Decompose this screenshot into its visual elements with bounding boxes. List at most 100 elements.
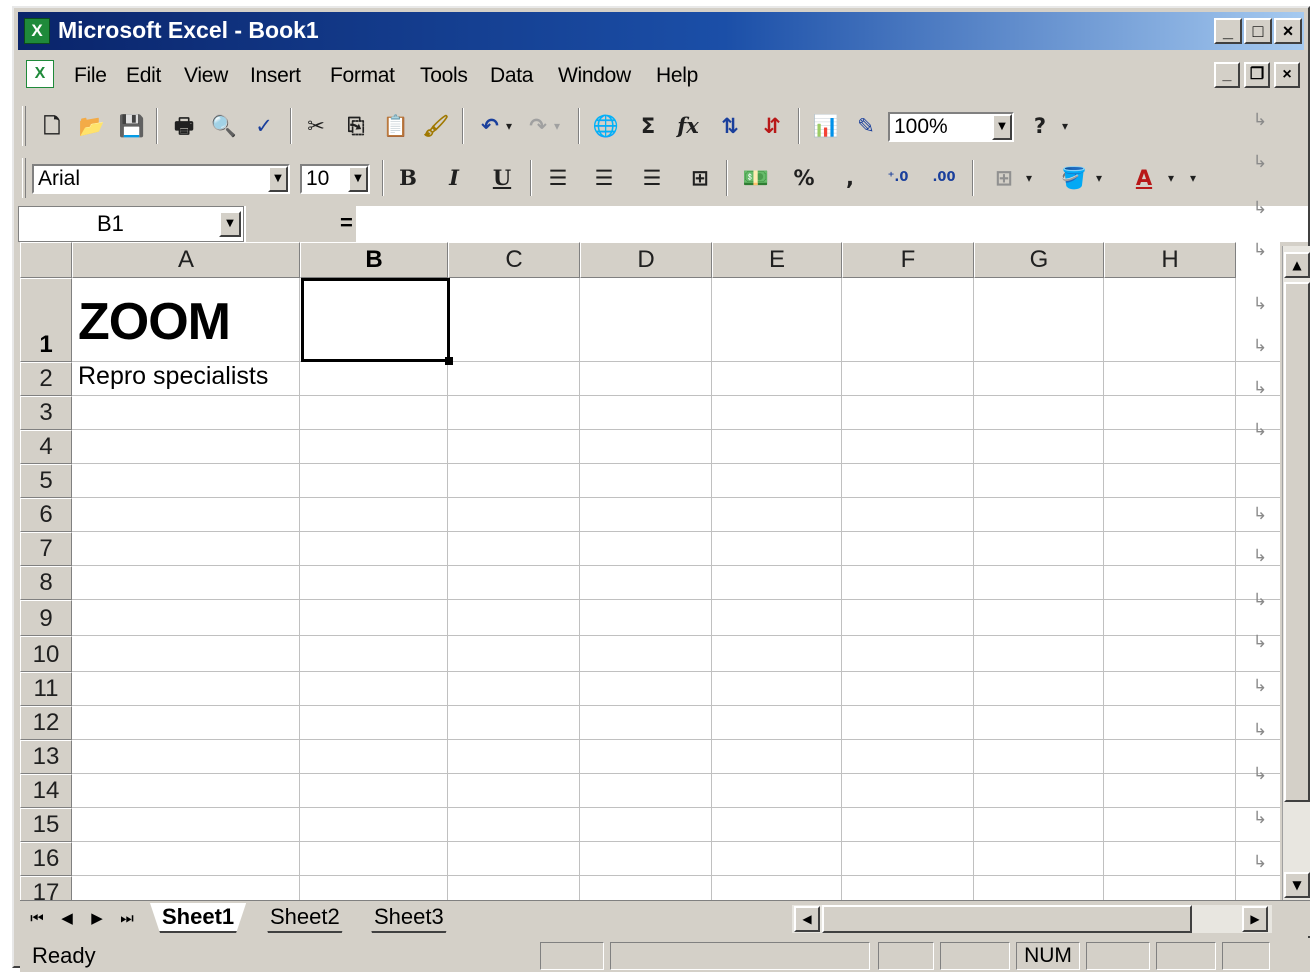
print-icon[interactable]: 🖶 — [166, 110, 202, 142]
drawing-icon[interactable]: ✎ — [848, 110, 884, 142]
prev-sheet-icon[interactable]: ◀ — [52, 905, 82, 931]
bold-button[interactable]: B — [390, 162, 426, 194]
worksheet-grid[interactable]: ABCDEFGH 1 2 3 4 5 6 7 8 9 10 11 12 13 14 15 16 17 ZOOM … — [20, 242, 1280, 900]
row-header-10[interactable]: 10 — [20, 636, 72, 672]
scroll-down-icon[interactable]: ▼ — [1284, 872, 1310, 898]
horizontal-scroll-thumb[interactable] — [822, 905, 1192, 933]
row-header-5[interactable]: 5 — [20, 464, 72, 498]
column-header-g[interactable]: G — [974, 242, 1104, 278]
row-header-15[interactable]: 15 — [20, 808, 72, 842]
open-icon[interactable]: 📂 — [74, 110, 110, 142]
spelling-icon[interactable]: ✓ — [246, 110, 282, 142]
sort-ascending-icon[interactable]: ⇅ — [712, 110, 748, 142]
tab-sheet3[interactable]: Sheet3 — [362, 903, 456, 933]
percent-button[interactable]: % — [786, 162, 822, 194]
font-color-dropdown-icon[interactable]: ▾ — [1162, 162, 1180, 194]
column-header-c[interactable]: C — [448, 242, 580, 278]
fill-dropdown-icon[interactable]: ▾ — [1090, 162, 1108, 194]
help-icon[interactable]: ? — [1022, 110, 1058, 142]
row-header-14[interactable]: 14 — [20, 774, 72, 808]
scroll-up-icon[interactable]: ▲ — [1284, 252, 1310, 278]
row-header-8[interactable]: 8 — [20, 566, 72, 600]
column-header-h[interactable]: H — [1104, 242, 1236, 278]
autosum-icon[interactable]: Σ — [630, 110, 666, 142]
underline-button[interactable]: U — [484, 162, 520, 194]
new-icon[interactable]: 🗋 — [34, 110, 70, 142]
cell-a1[interactable]: ZOOM — [78, 292, 231, 352]
row-header-16[interactable]: 16 — [20, 842, 72, 876]
chevron-down-icon[interactable]: ▼ — [268, 166, 288, 192]
sort-descending-icon[interactable]: ⇵ — [754, 110, 790, 142]
toolbar-grip[interactable] — [22, 158, 26, 198]
font-select[interactable]: Arial ▼ — [32, 164, 290, 194]
column-header-f[interactable]: F — [842, 242, 974, 278]
menu-format[interactable]: Format — [330, 64, 395, 88]
currency-icon[interactable]: 💵 — [738, 162, 774, 194]
menu-edit[interactable]: Edit — [126, 64, 161, 88]
row-header-3[interactable]: 3 — [20, 396, 72, 430]
redo-dropdown-icon[interactable]: ▾ — [548, 110, 566, 142]
excel-icon[interactable]: X — [24, 18, 50, 44]
chevron-down-icon[interactable]: ▼ — [219, 211, 241, 237]
row-header-11[interactable]: 11 — [20, 672, 72, 706]
format-painter-icon[interactable]: 🖌 — [418, 110, 454, 142]
scroll-left-icon[interactable]: ◀ — [794, 906, 820, 932]
zoom-select[interactable]: 100% ▼ — [888, 112, 1014, 142]
merge-center-icon[interactable]: ⊞ — [682, 162, 718, 194]
fill-handle[interactable] — [445, 357, 453, 365]
horizontal-scrollbar[interactable]: ◀ ▶ — [792, 905, 1272, 933]
column-header-b[interactable]: B — [300, 242, 448, 278]
menu-insert[interactable]: Insert — [250, 64, 301, 88]
menu-window[interactable]: Window — [558, 64, 631, 88]
row-header-1[interactable]: 1 — [20, 278, 72, 362]
borders-icon[interactable]: ⊞ — [986, 162, 1022, 194]
row-header-7[interactable]: 7 — [20, 532, 72, 566]
more-buttons-icon[interactable]: ▾ — [1184, 162, 1202, 194]
chevron-down-icon[interactable]: ▼ — [992, 114, 1012, 140]
close-button[interactable]: × — [1274, 18, 1302, 44]
cell-a2[interactable]: Repro specialists — [78, 362, 268, 391]
row-header-9[interactable]: 9 — [20, 600, 72, 636]
last-sheet-icon[interactable]: ⏭ — [112, 905, 142, 931]
doc-close-button[interactable]: × — [1274, 62, 1300, 88]
active-cell-b1[interactable] — [301, 278, 450, 362]
workbook-icon[interactable]: X — [26, 60, 54, 88]
decrease-decimal-icon[interactable]: .00 — [926, 162, 962, 194]
column-header-a[interactable]: A — [72, 242, 300, 278]
column-header-d[interactable]: D — [580, 242, 712, 278]
first-sheet-icon[interactable]: ⏮ — [22, 905, 52, 931]
italic-button[interactable]: I — [436, 162, 472, 194]
menu-file[interactable]: File — [74, 64, 107, 88]
doc-restore-button[interactable]: ❐ — [1244, 62, 1270, 88]
align-left-icon[interactable]: ☰ — [540, 162, 576, 194]
font-color-icon[interactable]: A — [1126, 162, 1162, 194]
tab-sheet1[interactable]: Sheet1 — [150, 903, 246, 933]
tab-sheet2[interactable]: Sheet2 — [258, 903, 352, 933]
increase-decimal-icon[interactable]: ⁺.0 — [880, 162, 916, 194]
paste-icon[interactable]: 📋 — [378, 110, 414, 142]
doc-minimize-button[interactable]: _ — [1214, 62, 1240, 88]
font-size-select[interactable]: 10 ▼ — [300, 164, 370, 194]
more-buttons-icon[interactable]: ▾ — [1056, 110, 1074, 142]
column-header-e[interactable]: E — [712, 242, 842, 278]
scroll-right-icon[interactable]: ▶ — [1242, 906, 1268, 932]
hyperlink-icon[interactable]: 🌐 — [588, 110, 624, 142]
name-box[interactable]: B1 ▼ — [18, 206, 244, 242]
menu-help[interactable]: Help — [656, 64, 698, 88]
save-icon[interactable]: 💾 — [114, 110, 150, 142]
vertical-scroll-thumb[interactable] — [1284, 282, 1310, 802]
title-bar[interactable]: X Microsoft Excel - Book1 _ □ × — [18, 12, 1304, 50]
chevron-down-icon[interactable]: ▼ — [348, 166, 368, 192]
menu-data[interactable]: Data — [490, 64, 533, 88]
row-header-13[interactable]: 13 — [20, 740, 72, 774]
maximize-button[interactable]: □ — [1244, 18, 1272, 44]
copy-icon[interactable]: ⎘ — [338, 110, 374, 142]
select-all-button[interactable] — [20, 242, 72, 278]
row-header-4[interactable]: 4 — [20, 430, 72, 464]
row-header-12[interactable]: 12 — [20, 706, 72, 740]
next-sheet-icon[interactable]: ▶ — [82, 905, 112, 931]
menu-tools[interactable]: Tools — [420, 64, 468, 88]
row-header-17[interactable]: 17 — [20, 876, 72, 900]
row-header-2[interactable]: 2 — [20, 362, 72, 396]
borders-dropdown-icon[interactable]: ▾ — [1020, 162, 1038, 194]
